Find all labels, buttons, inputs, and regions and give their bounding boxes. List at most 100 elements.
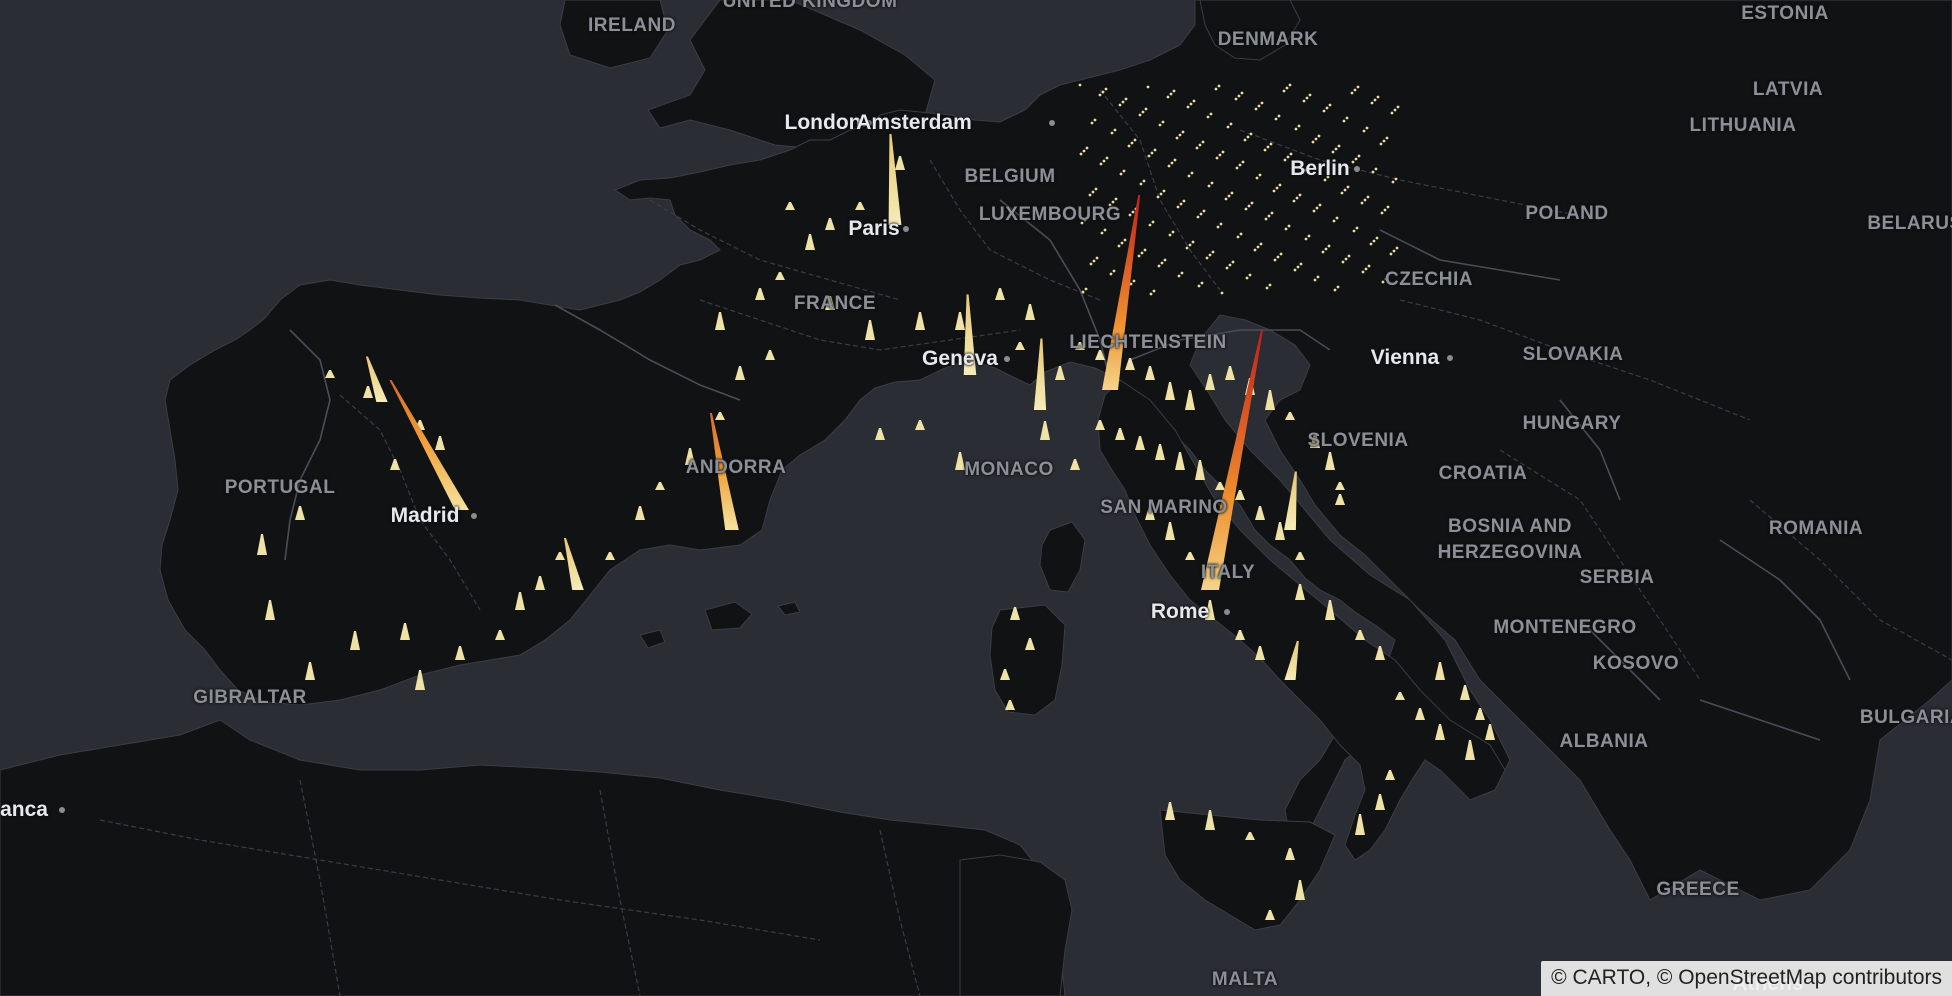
point-dot (1105, 156, 1109, 160)
point-dot (1200, 281, 1204, 285)
point-dot (1386, 205, 1390, 209)
point-dot (1344, 257, 1348, 261)
point-dot (1374, 167, 1378, 171)
point-dot (1218, 153, 1222, 157)
point-dot (1294, 127, 1298, 131)
point-dot (1201, 140, 1205, 144)
point-dot (1376, 95, 1380, 99)
point-dot (1158, 123, 1162, 127)
point-dot (1285, 86, 1289, 90)
point-dot (1110, 131, 1114, 135)
point-dot (1357, 154, 1361, 158)
point-dot (1248, 273, 1252, 277)
point-dot (1190, 171, 1194, 175)
point-dot (1199, 212, 1203, 216)
point-dot (1150, 151, 1154, 155)
point-dot (1235, 166, 1239, 170)
point-dot (1266, 145, 1270, 149)
point-dot (1181, 130, 1185, 134)
point-dot (1333, 288, 1337, 292)
point-dot (1314, 137, 1318, 141)
point-dot (1093, 118, 1097, 122)
point-dot (1169, 92, 1173, 96)
point-dot (1221, 150, 1225, 154)
point-dot (1109, 272, 1113, 276)
point-dot (1163, 258, 1167, 262)
point-dot (1298, 193, 1302, 197)
point-dot (1196, 215, 1200, 219)
point-dot (1220, 291, 1224, 295)
basemap-canvas[interactable] (0, 0, 1952, 996)
point-dot (1249, 132, 1253, 136)
point-dot (1379, 142, 1383, 146)
point-dot (1224, 197, 1228, 201)
point-dot (1318, 203, 1322, 207)
point-dot (1347, 254, 1351, 258)
sardinia-land (989, 604, 1066, 716)
point-dot (1307, 234, 1311, 238)
point-dot (1303, 168, 1307, 172)
point-dot (1245, 276, 1249, 280)
point-dot (1085, 146, 1089, 150)
point-dot (1396, 105, 1400, 109)
point-dot (1111, 200, 1115, 204)
point-dot (1160, 261, 1164, 265)
point-dot (1108, 203, 1112, 207)
point-dot (1228, 263, 1232, 267)
point-dot (1355, 226, 1359, 230)
point-dot (1180, 271, 1184, 275)
point-dot (1246, 135, 1250, 139)
point-dot (1191, 240, 1195, 244)
point-dot (1292, 199, 1296, 203)
point-dot (1187, 174, 1191, 178)
point-dot (1127, 144, 1131, 148)
point-dot (1229, 122, 1233, 126)
point-dot (1092, 259, 1096, 263)
point-dot (1207, 184, 1211, 188)
point-dot (1137, 254, 1141, 258)
point-dot (1287, 224, 1291, 228)
point-dot (1208, 253, 1212, 257)
point-dot (1227, 194, 1231, 198)
point-dot (1088, 193, 1092, 197)
point-dot (1380, 211, 1384, 215)
point-dot (1151, 220, 1155, 224)
point-dot (1350, 91, 1354, 95)
point-dot (1335, 216, 1339, 220)
point-dot (1383, 208, 1387, 212)
point-dot (1118, 103, 1122, 107)
point-dot (1255, 176, 1259, 180)
point-dot (1230, 191, 1234, 195)
point-dot (1371, 170, 1375, 174)
point-dot (1186, 105, 1190, 109)
point-dot (1341, 260, 1345, 264)
point-dot (1081, 290, 1085, 294)
point-dot (1131, 210, 1135, 214)
point-dot (1124, 97, 1128, 101)
point-dot (1364, 267, 1368, 271)
point-dot (1100, 231, 1104, 235)
city-marker-icon (903, 226, 909, 232)
point-dot (1283, 158, 1287, 162)
point-dot (1179, 202, 1183, 206)
point-dot (1312, 209, 1316, 213)
city-marker-icon (1354, 166, 1360, 172)
point-dot (1340, 191, 1344, 195)
point-dot (1268, 283, 1272, 287)
point-dot (1157, 264, 1161, 268)
tunisia-land (959, 854, 1073, 996)
map-view[interactable]: IRELAND UNITED KINGDOM DENMARK ESTONIA LATVI… (0, 0, 1952, 996)
point-dot (1334, 147, 1338, 151)
point-dot (1117, 244, 1121, 248)
city-marker-icon (1224, 609, 1230, 615)
point-dot (1168, 233, 1172, 237)
point-dot (1166, 95, 1170, 99)
point-dot (1189, 102, 1193, 106)
point-dot (1305, 96, 1309, 100)
attribution-text[interactable]: © CARTO, © OpenStreetMap contributors (1541, 961, 1952, 996)
point-dot (1313, 278, 1317, 282)
point-dot (1343, 188, 1347, 192)
point-dot (1323, 178, 1327, 182)
point-dot (1175, 136, 1179, 140)
point-dot (1176, 205, 1180, 209)
